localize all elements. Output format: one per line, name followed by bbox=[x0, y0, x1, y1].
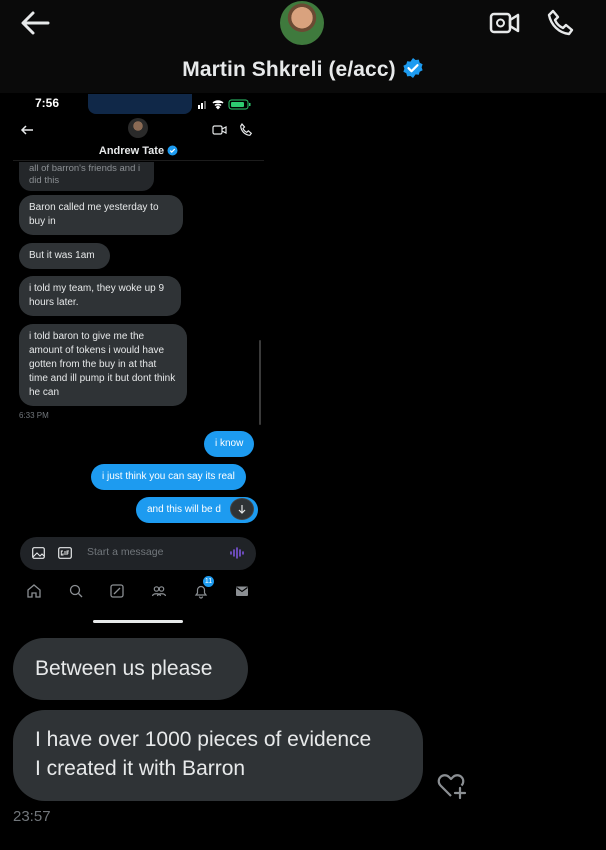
conversation-header: Martin Shkreli (e/acc) bbox=[0, 0, 606, 93]
home-icon[interactable] bbox=[26, 583, 42, 599]
video-call-icon[interactable] bbox=[489, 9, 521, 37]
message-bubble[interactable]: all of barron's friends and i did this bbox=[19, 162, 154, 191]
heart-plus-icon[interactable] bbox=[436, 770, 468, 800]
message-text: Between us please bbox=[35, 657, 213, 680]
voice-message-icon[interactable] bbox=[230, 546, 244, 560]
communities-icon[interactable] bbox=[151, 583, 167, 599]
message-input[interactable]: Start a message bbox=[87, 546, 163, 558]
back-arrow-icon[interactable] bbox=[20, 123, 34, 137]
message-bubble[interactable]: i know bbox=[204, 431, 255, 457]
message-text-line: I have over 1000 pieces of evidence bbox=[35, 728, 372, 751]
status-icons bbox=[198, 99, 251, 110]
status-time: 7:56 bbox=[35, 96, 60, 110]
embedded-screenshot: 7:56 Andrew Tate all of barron's friends… bbox=[13, 94, 264, 626]
notification-badge: 11 bbox=[203, 576, 214, 587]
scroll-down-button[interactable] bbox=[230, 498, 254, 520]
video-call-icon[interactable] bbox=[212, 124, 227, 136]
image-icon[interactable] bbox=[32, 547, 45, 559]
message-bubble[interactable]: i told baron to give me the amount of to… bbox=[19, 324, 187, 406]
message-timestamp: 6:33 PM bbox=[19, 411, 49, 420]
message-composer[interactable]: Start a message bbox=[20, 537, 256, 570]
message-timestamp: 23:57 bbox=[13, 808, 51, 825]
message-bubble[interactable]: But it was 1am bbox=[19, 243, 110, 269]
compose-icon[interactable] bbox=[109, 583, 125, 599]
verified-badge-icon bbox=[403, 58, 423, 78]
message-bubble[interactable]: i told my team, they woke up 9 hours lat… bbox=[19, 276, 181, 316]
page-title[interactable]: Martin Shkreli (e/acc) bbox=[0, 57, 606, 82]
message-bubble[interactable]: Baron called me yesterday to buy in bbox=[19, 195, 183, 235]
phone-icon[interactable] bbox=[239, 123, 253, 137]
home-indicator bbox=[93, 620, 183, 623]
search-icon[interactable] bbox=[68, 583, 84, 599]
message-bubble[interactable]: I have over 1000 pieces of evidence I cr… bbox=[13, 710, 423, 801]
status-pill bbox=[88, 94, 192, 114]
bottom-navigation: 11 bbox=[13, 576, 264, 603]
messages-icon[interactable] bbox=[234, 583, 250, 599]
arrow-down-icon bbox=[238, 505, 246, 514]
avatar[interactable] bbox=[280, 1, 324, 45]
message-text-line: I created it with Barron bbox=[35, 757, 246, 780]
scrollbar[interactable] bbox=[259, 340, 261, 425]
gif-icon[interactable] bbox=[58, 547, 72, 559]
verified-badge-icon bbox=[167, 145, 178, 156]
message-bubble[interactable]: i just think you can say its real bbox=[91, 464, 246, 490]
dm-conversation: Martin Shkreli (e/acc) 7:56 Andrew Tate … bbox=[0, 0, 606, 850]
back-arrow-icon[interactable] bbox=[18, 8, 52, 38]
contact-name: Martin Shkreli (e/acc) bbox=[182, 58, 396, 81]
contact-name[interactable]: Andrew Tate bbox=[13, 145, 264, 157]
avatar[interactable] bbox=[128, 118, 148, 138]
contact-name-label: Andrew Tate bbox=[98, 145, 165, 157]
divider bbox=[13, 160, 264, 161]
message-bubble[interactable]: Between us please bbox=[13, 638, 248, 700]
phone-icon[interactable] bbox=[546, 8, 576, 38]
